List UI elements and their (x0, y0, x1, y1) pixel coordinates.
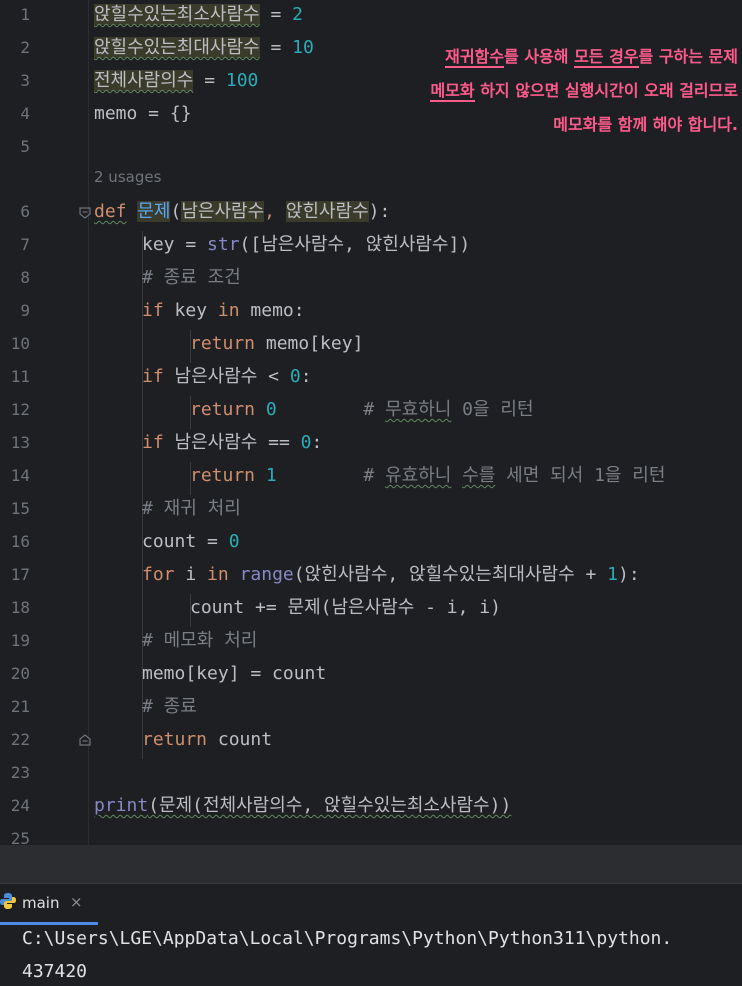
editor-status-strip (0, 845, 742, 883)
fold-end-icon[interactable] (78, 733, 92, 747)
run-tab-main[interactable]: main × (0, 884, 98, 925)
line-number: 24 (10, 796, 30, 815)
code-editor[interactable]: 1 2 3 4 5 6 7 8 9 10 11 12 13 14 15 16 1… (0, 0, 742, 845)
line-number: 8 (20, 268, 30, 287)
code-line: return 1 # 유효하니 수를 세면 되서 1을 리턴 (190, 465, 666, 486)
line-number: 9 (20, 301, 30, 320)
code-line: return 0 # 무효하니 0을 리턴 (190, 399, 534, 420)
code-line: memo[key] = count (142, 663, 327, 684)
comment-line: # 재귀 처리 (142, 498, 241, 519)
line-number: 2 (20, 38, 30, 57)
code-line: count = 0 (142, 531, 240, 552)
code-line: if 남은사람수 < 0: (142, 366, 312, 387)
line-number: 18 (10, 598, 30, 617)
line-number: 25 (10, 829, 30, 845)
run-panel[interactable]: main × C:\Users\LGE\AppData\Local\Progra… (0, 883, 742, 986)
line-number: 15 (10, 499, 30, 518)
line-number: 14 (10, 466, 30, 485)
annotation-line: 메모화를 함께 해야 합니다. (553, 115, 738, 134)
line-number: 12 (10, 400, 30, 419)
console-output-result: 437420 (22, 961, 88, 982)
line-number: 16 (10, 532, 30, 551)
comment-line: # 메모화 처리 (142, 630, 258, 651)
console-output-path: C:\Users\LGE\AppData\Local\Programs\Pyth… (22, 928, 673, 949)
line-number: 5 (20, 137, 30, 156)
line-number: 23 (10, 763, 30, 782)
fold-collapse-icon[interactable] (78, 206, 92, 220)
run-tab-label: main (22, 894, 60, 912)
line-number: 1 (20, 5, 30, 24)
line-number: 4 (20, 104, 30, 123)
code-line: 앉힐수있는최대사람수 = 10 (94, 37, 314, 58)
line-number: 10 (10, 334, 30, 353)
code-line: def 문제(남은사람수, 앉힌사람수): (94, 201, 391, 222)
code-line: memo = {} (94, 103, 192, 124)
code-line: return memo[key] (190, 333, 364, 354)
comment-line: # 종료 조건 (142, 267, 241, 288)
line-number: 3 (20, 71, 30, 90)
close-icon[interactable]: × (70, 893, 83, 911)
line-number: 11 (10, 367, 30, 386)
python-icon (0, 893, 16, 909)
line-number: 13 (10, 433, 30, 452)
annotation-note: 재귀함수를 사용해 모든 경우를 구하는 문제 메모화 하지 않으면 실행시간이… (358, 40, 738, 142)
line-number: 19 (10, 631, 30, 650)
usages-hint[interactable]: 2 usages (94, 168, 161, 186)
code-line: for i in range(앉힌사람수, 앉힐수있는최대사람수 + 1): (142, 564, 640, 585)
line-number: 6 (20, 202, 30, 221)
code-line: return count (142, 729, 273, 750)
code-line: 전체사람의수 = 100 (94, 70, 259, 91)
line-number: 7 (20, 235, 30, 254)
code-line: print(문제(전체사람의수, 앉힐수있는최소사람수)) (94, 795, 512, 816)
line-number: 21 (10, 697, 30, 716)
annotation-line: 메모화 하지 않으면 실행시간이 오래 걸리므로 (430, 81, 738, 102)
line-number: 22 (10, 730, 30, 749)
code-line: if key in memo: (142, 300, 305, 321)
line-number: 20 (10, 664, 30, 683)
annotation-line: 재귀함수를 사용해 모든 경우를 구하는 문제 (445, 47, 738, 68)
comment-line: # 종료 (142, 696, 197, 717)
code-line: count += 문제(남은사람수 - i, i) (190, 597, 501, 618)
gutter-divider (88, 0, 89, 845)
line-number: 17 (10, 565, 30, 584)
code-line: if 남은사람수 == 0: (142, 432, 323, 453)
code-line: 앉힐수있는최소사람수 = 2 (94, 4, 303, 25)
code-line: key = str([남은사람수, 앉힌사람수]) (142, 234, 471, 255)
